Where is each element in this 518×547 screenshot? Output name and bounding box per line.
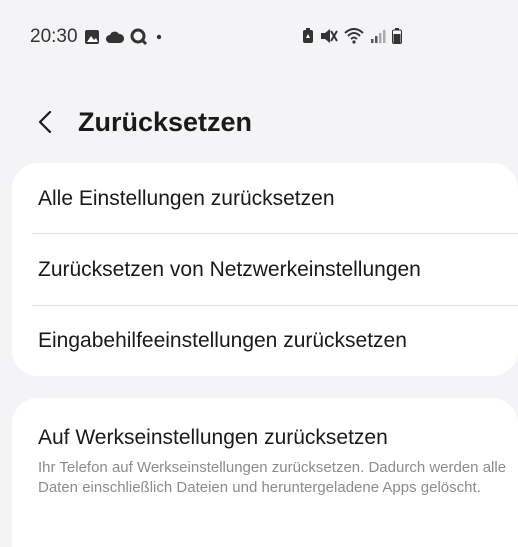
back-button[interactable] xyxy=(30,104,60,140)
signal-icon xyxy=(370,28,386,44)
cloud-icon xyxy=(106,30,125,44)
factory-reset-item[interactable]: Auf Werkseinstellungen zurücksetzen Ihr … xyxy=(12,398,518,547)
wifi-icon xyxy=(344,28,364,44)
status-time: 20:30 xyxy=(30,26,78,47)
reset-network-settings-label: Zurücksetzen von Netzwerkeinstellungen xyxy=(38,258,421,281)
image-icon xyxy=(84,29,100,45)
reset-network-settings-item[interactable]: Zurücksetzen von Netzwerkeinstellungen xyxy=(12,234,518,305)
reset-all-settings-label: Alle Einstellungen zurücksetzen xyxy=(38,187,335,210)
dot-icon xyxy=(154,32,164,42)
chevron-left-icon xyxy=(38,110,52,134)
factory-reset-label: Auf Werkseinstellungen zurücksetzen xyxy=(38,426,388,449)
mute-icon xyxy=(320,28,338,44)
page-title: Zurücksetzen xyxy=(78,107,253,137)
factory-reset-card: Auf Werkseinstellungen zurücksetzen Ihr … xyxy=(12,398,518,547)
battery-icon xyxy=(392,28,402,44)
reset-accessibility-settings-label: Eingabehilfeeinstellungen zurücksetzen xyxy=(38,329,407,352)
search-app-icon xyxy=(130,28,148,46)
status-right-icons xyxy=(302,28,402,44)
battery-saver-icon xyxy=(302,28,314,44)
header: Zurücksetzen xyxy=(0,100,518,144)
factory-reset-description: Ihr Telefon auf Werkseinstellungen zurüc… xyxy=(38,459,507,496)
status-bar: 20:30 xyxy=(0,0,518,60)
reset-all-settings-item[interactable]: Alle Einstellungen zurücksetzen xyxy=(12,163,518,233)
status-left-icons xyxy=(84,28,164,46)
reset-options-card: Alle Einstellungen zurücksetzen Zurückse… xyxy=(12,163,518,376)
reset-accessibility-settings-item[interactable]: Eingabehilfeeinstellungen zurücksetzen xyxy=(12,306,518,376)
